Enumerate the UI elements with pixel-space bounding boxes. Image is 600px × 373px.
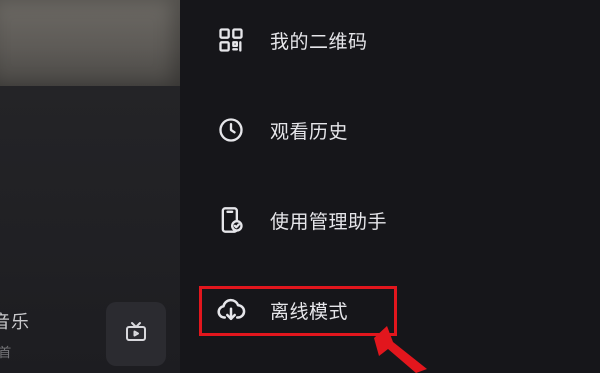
qr-code-icon	[214, 23, 248, 57]
music-card-count: 3首	[0, 346, 12, 361]
annotation-arrow	[374, 326, 427, 373]
background-page: 音乐 3首	[0, 0, 180, 373]
menu-item-label: 我的二维码	[270, 30, 368, 53]
music-card-title: 音乐	[0, 312, 30, 333]
menu-item-label: 观看历史	[270, 120, 349, 143]
menu-item-watch-history[interactable]: 观看历史	[214, 108, 348, 152]
tv-button[interactable]	[106, 302, 166, 366]
menu-item-usage-assistant[interactable]: 使用管理助手	[214, 198, 387, 242]
blurred-cover-image	[0, 0, 180, 86]
menu-item-label: 使用管理助手	[270, 210, 388, 233]
menu-item-my-qr-code[interactable]: 我的二维码	[214, 18, 368, 62]
clock-icon	[214, 113, 248, 147]
tv-icon	[124, 320, 148, 348]
phone-check-icon	[214, 203, 248, 237]
